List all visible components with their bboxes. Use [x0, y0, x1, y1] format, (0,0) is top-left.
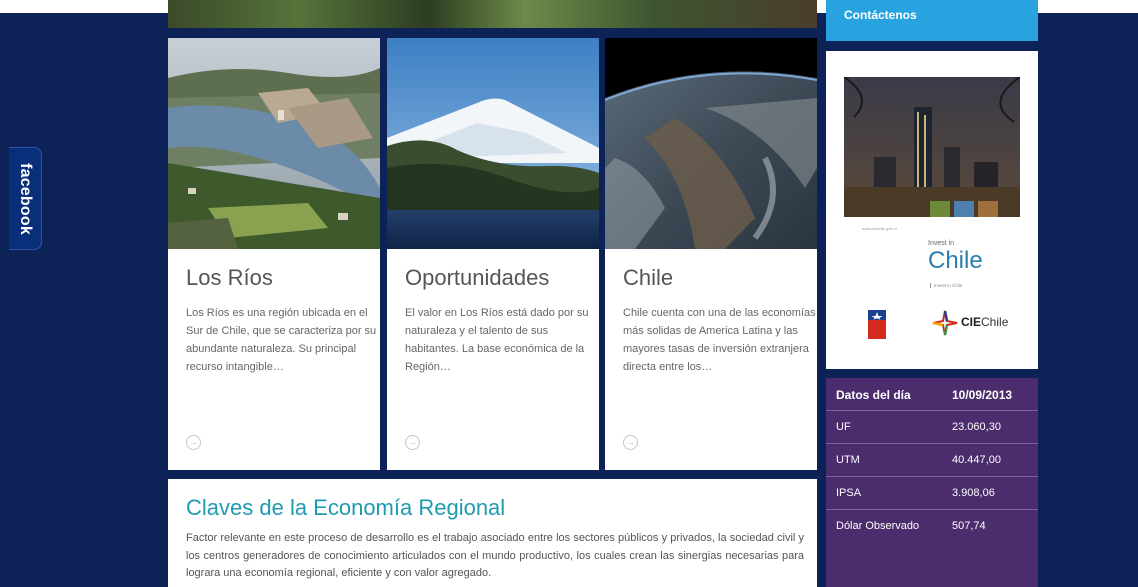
- invest-in-chile-ad[interactable]: www.ciechile.gob.cl Invest in Chile Inve…: [826, 51, 1038, 369]
- ad-chile-wordmark: Chile: [928, 247, 983, 274]
- cie-logo-strong: CIE: [961, 315, 982, 329]
- contact-button[interactable]: Contáctenos: [826, 0, 1038, 41]
- datos-row-dolar: Dólar Observado 507,74: [826, 510, 1038, 543]
- arrow-circle-icon[interactable]: →: [405, 435, 420, 450]
- claves-title[interactable]: Claves de la Economía Regional: [186, 495, 505, 521]
- datos-row-label: UF: [836, 421, 851, 433]
- chile-shield-icon: [868, 310, 886, 339]
- datos-header-row: Datos del día 10/09/2013: [826, 378, 1038, 411]
- chile-from-space-photo: [605, 38, 817, 249]
- datos-row-label: IPSA: [836, 487, 862, 499]
- datos-date: 10/09/2013: [952, 388, 1013, 402]
- facebook-tab-label: facebook: [17, 162, 34, 235]
- ad-url: www.ciechile.gob.cl: [862, 226, 897, 231]
- arrow-circle-icon[interactable]: →: [623, 435, 638, 450]
- datos-row-value: 3.908,06: [952, 487, 995, 499]
- cie-logo-rest: Chile: [981, 315, 1009, 329]
- ad-invest-in: Invest in: [928, 240, 955, 247]
- header-banner-photo: [168, 0, 817, 28]
- card-title[interactable]: Oportunidades: [405, 265, 549, 291]
- datos-row-value: 507,74: [952, 520, 986, 532]
- card-text: El valor en Los Ríos está dado por su na…: [405, 307, 589, 373]
- arrow-circle-icon[interactable]: →: [186, 435, 201, 450]
- datos-row-ipsa: IPSA 3.908,06: [826, 477, 1038, 510]
- claves-section: Claves de la Economía Regional Factor re…: [168, 479, 817, 587]
- card-text: Los Ríos es una región ubicada en el Sur…: [186, 307, 377, 373]
- datos-row-utm: UTM 40.447,00: [826, 444, 1038, 477]
- card-text: Chile cuenta con una de las economías má…: [623, 307, 816, 373]
- river-town-aerial-photo: [168, 38, 380, 249]
- card-title[interactable]: Los Ríos: [186, 265, 273, 291]
- datos-row-label: UTM: [836, 454, 860, 466]
- cie-chile-logo-text: CIEChile: [961, 315, 1008, 329]
- card-chile: Chile Chile cuenta con una de las econom…: [605, 38, 817, 470]
- claves-text: Factor relevante en este proceso de desa…: [186, 532, 804, 579]
- datos-row-label: Dólar Observado: [836, 520, 920, 532]
- ad-subtitle: Invest in Chile: [930, 283, 962, 288]
- card-los-rios: Los Ríos Los Ríos es una región ubicada …: [168, 38, 380, 470]
- santiago-night-skyline-photo: [844, 77, 1020, 265]
- facebook-tab[interactable]: facebook: [9, 147, 42, 250]
- datos-header-label: Datos del día: [836, 388, 911, 402]
- datos-row-uf: UF 23.060,30: [826, 411, 1038, 444]
- datos-row-value: 40.447,00: [952, 454, 1001, 466]
- card-title[interactable]: Chile: [623, 265, 673, 291]
- datos-del-dia-panel: Datos del día 10/09/2013 UF 23.060,30 UT…: [826, 378, 1038, 587]
- contact-label: Contáctenos: [844, 8, 917, 22]
- snowy-volcano-lake-photo: [387, 38, 599, 249]
- datos-row-value: 23.060,30: [952, 421, 1001, 433]
- card-oportunidades: Oportunidades El valor en Los Ríos está …: [387, 38, 599, 470]
- cie-star-logo-icon: [931, 309, 959, 337]
